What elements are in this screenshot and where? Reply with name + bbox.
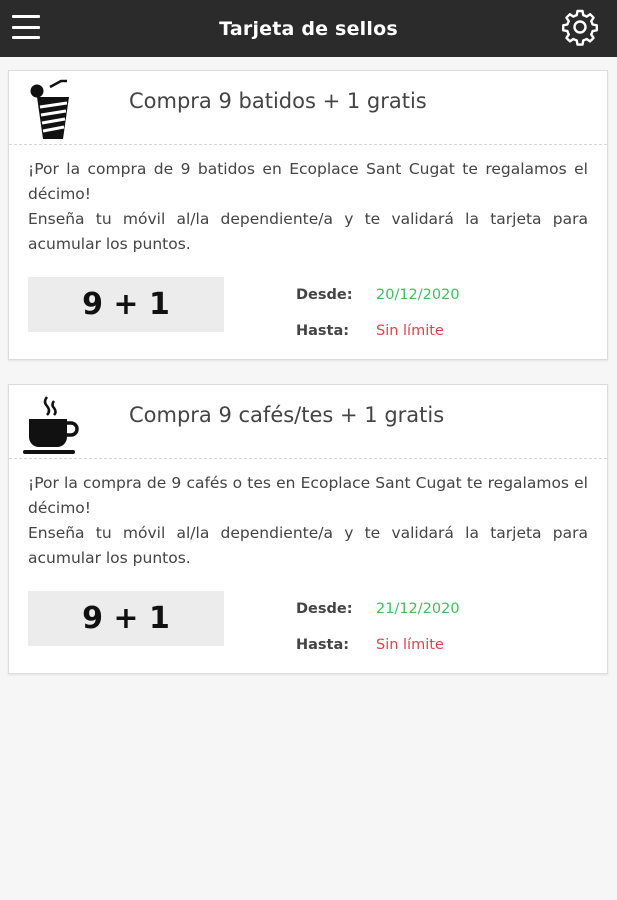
from-label: Desde: (296, 601, 353, 617)
hamburger-menu-icon[interactable] (12, 14, 40, 40)
card-title: Compra 9 cafés/tes + 1 gratis (129, 403, 445, 427)
coffee-cup-icon (17, 391, 81, 455)
validity-dates: Desde: 21/12/2020 Hasta: Sin límite (296, 591, 460, 663)
card-header: Compra 9 batidos + 1 gratis (9, 71, 607, 145)
validity-dates: Desde: 20/12/2020 Hasta: Sin límite (296, 277, 460, 349)
card-title: Compra 9 batidos + 1 gratis (129, 89, 427, 113)
page-title: Tarjeta de sellos (219, 17, 398, 40)
from-date: 21/12/2020 (376, 601, 460, 617)
app-bar: Tarjeta de sellos (0, 0, 617, 57)
stamp-card[interactable]: Compra 9 cafés/tes + 1 gratis ¡Por la co… (8, 384, 608, 674)
stamp-card[interactable]: Compra 9 batidos + 1 gratis ¡Por la comp… (8, 70, 608, 360)
until-date: Sin límite (376, 323, 444, 339)
card-header: Compra 9 cafés/tes + 1 gratis (9, 385, 607, 459)
from-label: Desde: (296, 287, 353, 303)
card-description: ¡Por la compra de 9 batidos en Ecoplace … (28, 157, 588, 257)
until-label: Hasta: (296, 323, 350, 339)
stamp-ratio: 9 + 1 (28, 277, 224, 332)
description-line: ¡Por la compra de 9 batidos en Ecoplace … (28, 160, 588, 203)
description-line: ¡Por la compra de 9 cafés o tes en Ecopl… (28, 474, 588, 517)
smoothie-cup-icon (17, 77, 81, 141)
until-label: Hasta: (296, 637, 350, 653)
gear-icon[interactable] (561, 8, 599, 46)
stamp-ratio: 9 + 1 (28, 591, 224, 646)
card-description: ¡Por la compra de 9 cafés o tes en Ecopl… (28, 471, 588, 571)
until-date: Sin límite (376, 637, 444, 653)
description-line: Enseña tu móvil al/la dependiente/a y te… (28, 210, 588, 253)
from-date: 20/12/2020 (376, 287, 460, 303)
description-line: Enseña tu móvil al/la dependiente/a y te… (28, 524, 588, 567)
